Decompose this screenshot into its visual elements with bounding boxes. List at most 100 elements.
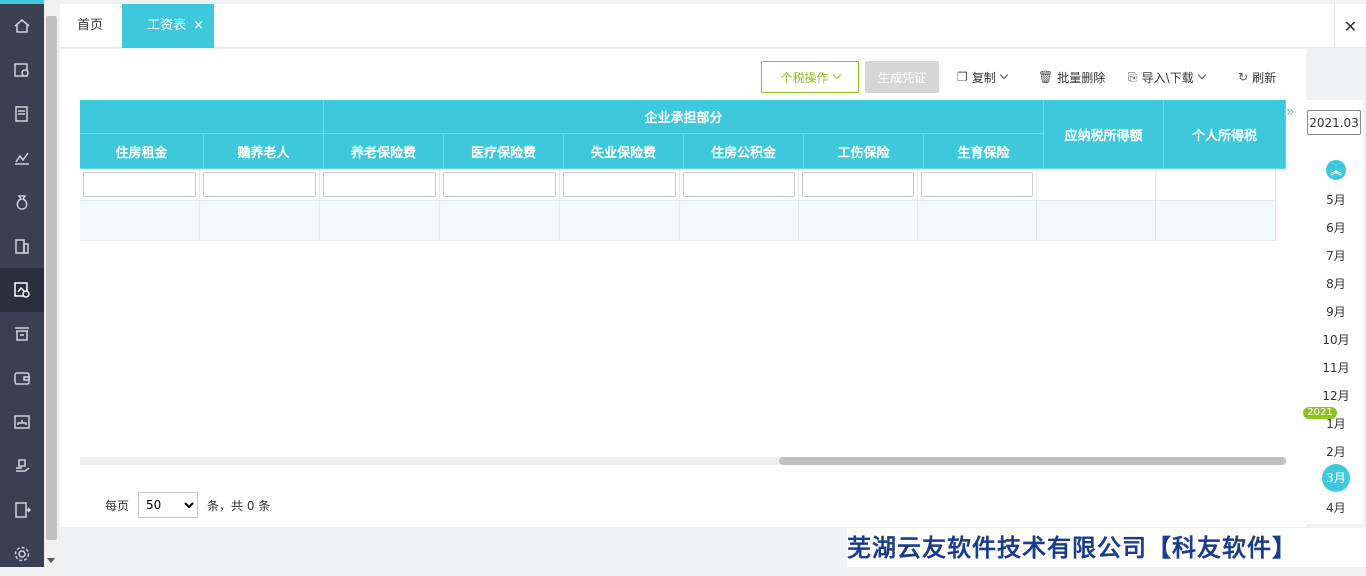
- header-injury[interactable]: 工伤保险: [804, 134, 924, 169]
- document-search-icon: [14, 63, 29, 77]
- collapse-panel-icon[interactable]: »: [1286, 104, 1295, 120]
- header-group-blank: [80, 100, 324, 134]
- chevron-down-icon: [1197, 70, 1206, 80]
- table-cell[interactable]: [440, 201, 560, 241]
- tax-operations-button[interactable]: 个税操作: [761, 61, 859, 93]
- header-housing-fund[interactable]: 住房公积金: [684, 134, 804, 169]
- sidebar-item-tax[interactable]: [0, 488, 44, 532]
- tax-document-icon: [15, 502, 31, 518]
- month-item[interactable]: 4月: [1305, 499, 1366, 516]
- header-maternity[interactable]: 生育保险: [924, 134, 1044, 169]
- copy-icon: ❐: [957, 70, 968, 84]
- generate-voucher-button[interactable]: 生成凭证: [865, 61, 939, 93]
- header-group-enterprise: 企业承担部分: [324, 100, 1044, 134]
- filter-maternity-input[interactable]: [921, 172, 1033, 197]
- main-content: 个税操作 生成凭证 ❐ 复制 🗑 批量删除 ⎘ 导入\下载 ↻ 刷新 企业承担部…: [60, 49, 1306, 527]
- per-page-select[interactable]: 50: [138, 492, 199, 518]
- filter-medical-input[interactable]: [443, 172, 556, 197]
- refresh-button[interactable]: ↻ 刷新: [1238, 61, 1276, 93]
- month-item[interactable]: 7月: [1305, 247, 1366, 264]
- month-item[interactable]: 12月: [1305, 387, 1366, 404]
- close-all-tabs-icon[interactable]: ✕: [1334, 4, 1366, 48]
- filter-cell: [799, 169, 918, 201]
- import-download-button[interactable]: ⎘ 导入\下载: [1128, 61, 1206, 93]
- period-panel: 2021.03 ︽ 5月 6月 7月 8月 9月 10月 11月 12月 1月 …: [1303, 100, 1366, 524]
- chevron-up-icon[interactable]: ︽: [1326, 160, 1346, 180]
- month-item[interactable]: 2月: [1305, 443, 1366, 460]
- horizontal-scrollbar-thumb[interactable]: [779, 457, 1286, 465]
- table-cell[interactable]: [80, 201, 200, 241]
- sidebar-item-voucher-search[interactable]: [0, 48, 44, 92]
- payroll-icon: [14, 282, 30, 298]
- sidebar-item-settings[interactable]: [0, 532, 44, 576]
- current-period[interactable]: 2021.03: [1307, 110, 1361, 135]
- filter-injury-input[interactable]: [802, 172, 914, 197]
- filter-pension-input[interactable]: [323, 172, 436, 197]
- filter-cell: [440, 169, 560, 201]
- filter-cell: [320, 169, 440, 201]
- table-cell[interactable]: [1037, 201, 1156, 241]
- header-elderly-support[interactable]: 赡养老人: [204, 134, 324, 169]
- sidebar-item-wallet[interactable]: [0, 356, 44, 400]
- scroll-down-arrow[interactable]: [47, 558, 55, 563]
- tab-home[interactable]: 首页: [77, 4, 103, 48]
- tab-payroll-label: 工资表: [147, 18, 187, 33]
- table-cell[interactable]: [560, 201, 680, 241]
- gear-icon: [14, 546, 30, 562]
- sidebar-item-assets[interactable]: [0, 224, 44, 268]
- filter-cell: [200, 169, 320, 201]
- header-medical[interactable]: 医疗保险费: [444, 134, 564, 169]
- month-item[interactable]: 11月: [1305, 359, 1366, 376]
- sidebar-item-reports[interactable]: [0, 136, 44, 180]
- header-unemployment[interactable]: 失业保险费: [564, 134, 684, 169]
- import-download-label: 导入\下载: [1141, 70, 1194, 85]
- month-item[interactable]: 10月: [1305, 331, 1366, 348]
- org-chart-icon: [14, 415, 30, 429]
- sidebar-item-organization[interactable]: [0, 400, 44, 444]
- copy-label: 复制: [971, 70, 996, 85]
- tab-close-icon[interactable]: ×: [193, 4, 204, 48]
- filter-cell: [680, 169, 799, 201]
- table-cell[interactable]: [200, 201, 320, 241]
- sidebar-scrollbar[interactable]: [44, 0, 59, 567]
- scrollbar-thumb[interactable]: [46, 16, 57, 540]
- table-cell[interactable]: [799, 201, 918, 241]
- per-page-label: 每页: [105, 498, 130, 513]
- table-cell[interactable]: [320, 201, 440, 241]
- home-icon: [14, 19, 30, 33]
- chevron-down-icon: [999, 70, 1009, 80]
- table-horizontal-scrollbar[interactable]: [80, 457, 1286, 465]
- sidebar-item-bills[interactable]: [0, 92, 44, 136]
- tab-payroll[interactable]: 工资表 ×: [122, 4, 214, 48]
- table-cell[interactable]: [1156, 201, 1276, 241]
- filter-housing-fund-input[interactable]: [683, 172, 795, 197]
- month-item[interactable]: 5月: [1305, 191, 1366, 208]
- header-housing-rent[interactable]: 住房租金: [80, 134, 204, 169]
- filter-unemployment-input[interactable]: [563, 172, 676, 197]
- month-item-active[interactable]: 3月: [1322, 464, 1350, 492]
- header-income-tax[interactable]: 个人所得税: [1164, 100, 1286, 169]
- shop-icon: [15, 327, 29, 341]
- filter-elderly-support-input[interactable]: [203, 172, 316, 197]
- month-item[interactable]: 8月: [1305, 275, 1366, 292]
- table-cell[interactable]: [680, 201, 799, 241]
- header-taxable-income[interactable]: 应纳税所得额: [1044, 100, 1164, 169]
- chevron-down-icon: [832, 70, 841, 80]
- month-item[interactable]: 6月: [1305, 219, 1366, 236]
- header-pension[interactable]: 养老保险费: [324, 134, 444, 169]
- filter-housing-rent-input[interactable]: [83, 172, 196, 197]
- company-watermark: 芜湖云友软件技术有限公司【科友软件】: [847, 528, 1366, 567]
- wallet-icon: [14, 372, 30, 385]
- copy-button[interactable]: ❐ 复制: [957, 61, 1009, 93]
- sidebar-item-funds[interactable]: [0, 180, 44, 224]
- building-icon: [15, 239, 29, 254]
- month-item[interactable]: 9月: [1305, 303, 1366, 320]
- sidebar-item-inventory[interactable]: [0, 312, 44, 356]
- sidebar-item-cloud[interactable]: [0, 444, 44, 488]
- batch-delete-button[interactable]: 🗑 批量删除: [1038, 61, 1105, 93]
- refresh-icon: ↻: [1238, 70, 1249, 84]
- table-cell[interactable]: [918, 201, 1037, 241]
- sidebar-item-home[interactable]: [0, 4, 44, 48]
- sidebar-item-payroll[interactable]: [0, 268, 44, 312]
- year-tag: 2021: [1303, 407, 1337, 419]
